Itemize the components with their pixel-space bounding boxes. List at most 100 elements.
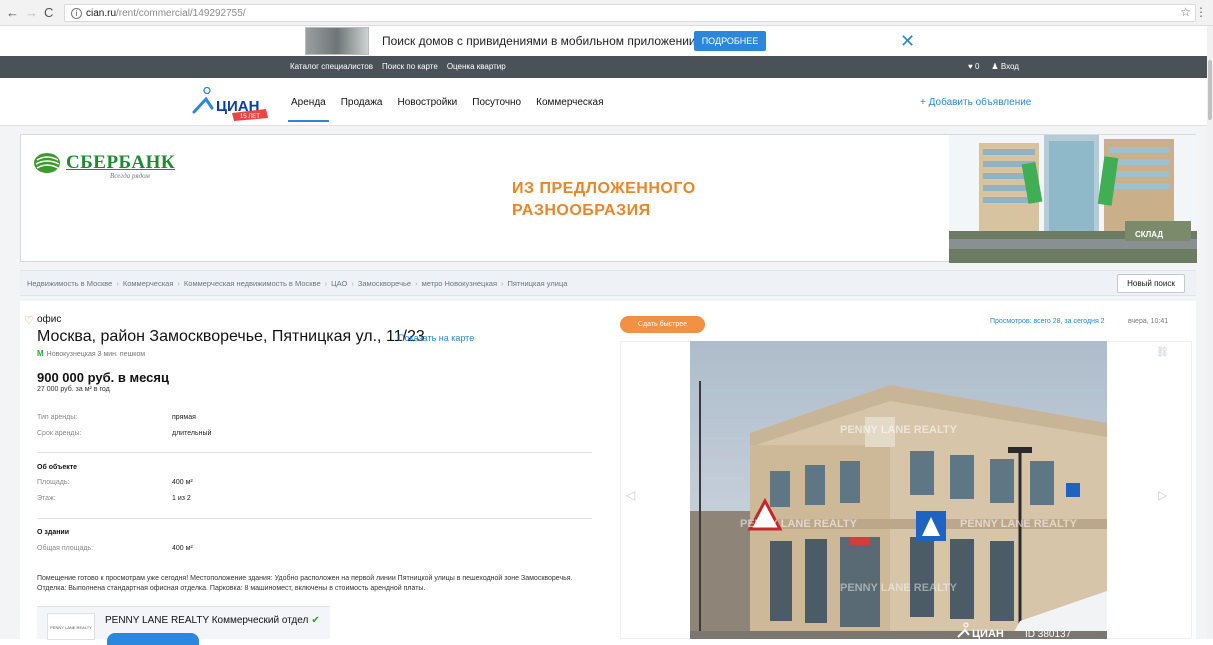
top-nav-specialists[interactable]: Каталог специалистов [290,62,373,71]
price-per-sqm: 27 000 руб. за м² в год [37,386,110,393]
scrollbar-thumb[interactable] [1208,60,1212,120]
menu-commercial[interactable]: Коммерческая [536,97,603,108]
rent-term-label: Срок аренды: [37,430,82,437]
site-header: ЦИАН 15 ЛЕТ Аренда Продажа Новостройки П… [0,78,1207,126]
photo-cian-logo: ЦИАН [972,628,1004,639]
banner-slogan-line-1: ИЗ ПРЕДЛОЖЕННОГО [512,180,696,197]
breadcrumb-separator-icon: › [415,279,418,288]
total-area-value: 400 м² [172,545,193,552]
link-icon[interactable]: ⛓ [1156,347,1169,358]
cian-logo[interactable]: ЦИАН 15 ЛЕТ [184,87,272,121]
agent-block[interactable]: PENNY LANE REALTY PENNY LANE REALTY Комм… [37,606,330,645]
favorites-link[interactable]: ♥ 0 [968,62,979,71]
new-search-button[interactable]: Новый поиск [1117,274,1185,293]
photo-watermark: PENNY LANE REALTY [740,518,858,530]
breadcrumb-item[interactable]: ЦАО [331,279,347,288]
sberbank-tagline: Всегда рядом [110,172,150,180]
login-label: Вход [1000,62,1019,71]
photo-watermark: PENNY LANE REALTY [840,424,958,436]
breadcrumb-separator-icon: › [351,279,354,288]
menu-new-buildings[interactable]: Новостройки [397,97,457,108]
breadcrumb: Недвижимость в Москве › Коммерческая › Комме… [27,279,567,288]
metro-text[interactable]: Новокузнецкая 3 мин. пешком [47,351,145,358]
bookmark-star-icon[interactable]: ☆ [1180,5,1191,19]
gallery-prev-icon[interactable]: ◁ [626,488,635,502]
top-nav-map-search[interactable]: Поиск по карте [382,62,438,71]
agent-logo[interactable]: PENNY LANE REALTY [47,613,95,640]
forward-icon[interactable]: → [25,5,38,20]
menu-sale[interactable]: Продажа [341,97,383,108]
breadcrumb-separator-icon: › [116,279,119,288]
object-type: офис [37,314,62,325]
top-nav-bar: Каталог специалистов Поиск по карте Оцен… [0,56,1207,78]
promo-text: Поиск домов с привидениями в мобильном п… [382,34,734,48]
url-text: cian.ru/rent/commercial/149292755/ [86,8,246,19]
building-section-title: О здании [37,529,70,536]
info-icon[interactable]: i [71,7,82,19]
add-listing-link[interactable]: + Добавить объявление [920,97,1031,108]
listing-address: Москва, район Замоскворечье, Пятницкая у… [37,328,425,345]
menu-daily[interactable]: Посуточно [472,97,521,108]
listing-photo[interactable]: PENNY LANE REALTY PENNY LANE REALTY PENN… [690,341,1107,639]
top-nav-user: ♥ 0 ♟ Вход [968,62,1019,71]
published-time: вчера, 10:41 [1128,318,1169,325]
promo-more-button[interactable]: ПОДРОБНЕЕ [694,31,766,51]
close-icon[interactable]: ✕ [900,31,915,52]
login-link[interactable]: ♟ Вход [991,62,1019,71]
gallery-next-icon[interactable]: ▷ [1158,488,1167,502]
breadcrumb-item[interactable]: Коммерческая [123,279,174,288]
verified-icon: ✔ [311,615,320,626]
breadcrumb-separator-icon: › [177,279,180,288]
price: 900 000 руб. в месяц [37,370,169,385]
total-area-label: Общая площадь: [37,545,94,552]
url-host: cian.ru [86,7,117,19]
floor-value: 1 из 2 [172,495,191,502]
rent-faster-button[interactable]: Сдать быстрее [620,316,705,333]
address-bar[interactable]: i cian.ru/rent/commercial/149292755/ [64,4,1196,22]
views-counter[interactable]: Просмотров: всего 28, за сегодня 2 [990,318,1105,325]
area-value: 400 м² [172,479,193,486]
breadcrumb-item[interactable]: Замоскворечье [358,279,411,288]
breadcrumb-item[interactable]: Коммерческая недвижимость в Москве [184,279,321,288]
browser-toolbar: ← → C i cian.ru/rent/commercial/14929275… [0,0,1213,26]
rent-type-value: прямая [172,414,196,421]
heart-icon[interactable]: ♡ [24,314,34,327]
banner-slogan-line-2: РАЗНООБРАЗИЯ [512,202,651,219]
photo-id: ID 380137 [1025,629,1072,639]
reload-icon[interactable]: C [44,5,53,20]
banner-buildings-image: СКЛАД [949,135,1197,263]
show-phone-button[interactable] [107,633,199,645]
banner-slogan: ИЗ ПРЕДЛОЖЕННОГО РАЗНООБРАЗИЯ [512,178,696,222]
listing-description: Помещение готово к просмотрам уже сегодн… [37,575,573,592]
sberbank-logo-icon [34,153,60,173]
banner-sign: СКЛАД [1135,230,1163,239]
app-promo-bar: Поиск домов с привидениями в мобильном п… [0,26,1207,56]
agent-name[interactable]: PENNY LANE REALTY Коммерческий отдел ✔ [105,615,320,626]
show-on-map-link[interactable]: Показать на карте [398,333,474,343]
menu-rent[interactable]: Аренда [288,97,329,122]
sberbank-name: СБЕРБАНК [66,152,176,173]
scrollbar[interactable] [1207,26,1213,639]
agent-name-text: PENNY LANE REALTY Коммерческий отдел [105,615,309,626]
browser-nav: ← → C [6,5,53,20]
main-menu: Аренда Продажа Новостройки Посуточно Ком… [288,97,604,122]
menu-kebab-icon[interactable]: ⋮ [1195,5,1207,19]
top-nav-valuation[interactable]: Оценка квартир [447,62,506,71]
breadcrumb-item[interactable]: Недвижимость в Москве [27,279,112,288]
back-icon[interactable]: ← [6,5,19,20]
area-label: Площадь: [37,479,70,486]
breadcrumb-separator-icon: › [324,279,328,288]
rent-type-label: Тип аренды: [37,414,78,421]
promo-app-image [305,27,369,55]
logo-person-icon [192,87,214,114]
divider [37,518,592,519]
sberbank-brand[interactable]: СБЕРБАНК Всегда рядом [32,150,175,180]
metro-icon: M [37,349,44,358]
photo-watermark: PENNY LANE REALTY [960,518,1078,530]
breadcrumb-item[interactable]: метро Новокузнецкая [422,279,497,288]
floor-label: Этаж: [37,495,56,502]
user-icon: ♟ [991,62,1001,71]
rent-term-value: длительный [172,430,212,437]
breadcrumb-item[interactable]: Пятницкая улица [508,279,568,288]
breadcrumb-separator-icon: › [501,279,504,288]
